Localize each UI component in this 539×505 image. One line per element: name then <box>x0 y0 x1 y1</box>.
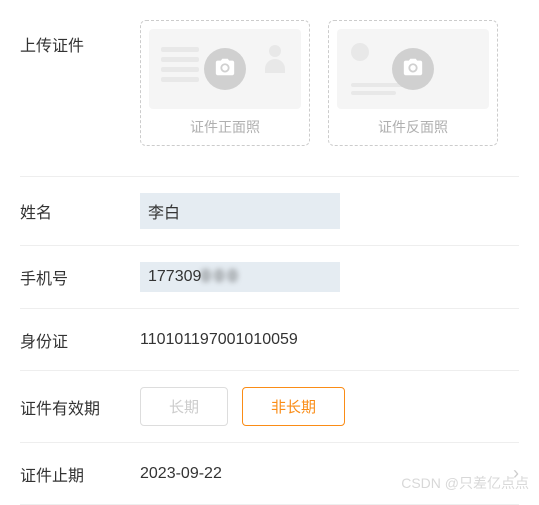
expire-label: 证件止期 <box>20 462 140 486</box>
name-input[interactable]: 李白 <box>140 193 340 229</box>
validity-option-long[interactable]: 长期 <box>140 387 228 426</box>
upload-back-button[interactable]: 证件反面照 <box>328 20 498 146</box>
validity-option-not-long[interactable]: 非长期 <box>242 387 345 426</box>
id-number-value: 110101197001010059 <box>140 331 519 349</box>
upload-front-caption: 证件正面照 <box>149 117 301 137</box>
phone-input[interactable]: 1773090 0 0 <box>140 262 340 292</box>
phone-label: 手机号 <box>20 265 140 289</box>
expire-row[interactable]: 证件止期 2023-09-22 › <box>20 443 519 505</box>
upload-front-button[interactable]: 证件正面照 <box>140 20 310 146</box>
upload-back-caption: 证件反面照 <box>337 117 489 137</box>
upload-label: 上传证件 <box>20 20 140 56</box>
validity-label: 证件有效期 <box>20 395 140 419</box>
name-label: 姓名 <box>20 199 140 223</box>
expire-value: 2023-09-22 <box>140 465 513 483</box>
id-number-label: 身份证 <box>20 328 140 352</box>
chevron-right-icon: › <box>513 463 519 484</box>
camera-icon <box>214 56 236 83</box>
camera-icon <box>402 56 424 83</box>
